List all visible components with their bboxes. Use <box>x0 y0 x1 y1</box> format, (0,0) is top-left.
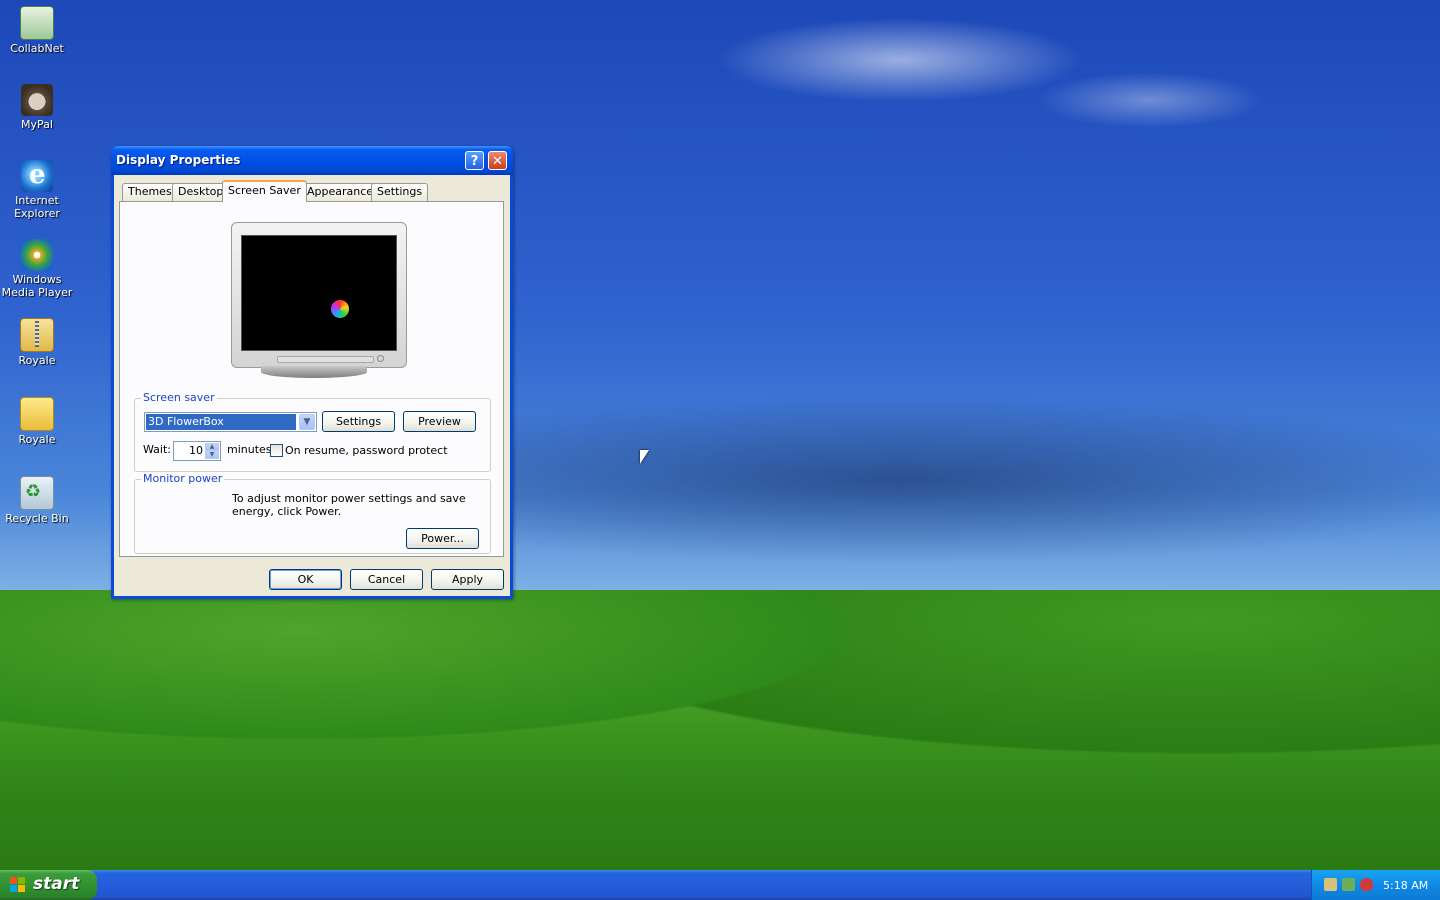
cancel-button[interactable]: Cancel <box>350 569 423 590</box>
screen-saver-selected-value: 3D FlowerBox <box>146 414 296 430</box>
screen-saver-settings-button[interactable]: Settings <box>322 411 395 432</box>
monitor-power-led-icon <box>377 355 384 362</box>
desktop-icon-label: CollabNet <box>10 42 64 55</box>
mouse-pointer-icon <box>640 450 649 464</box>
screen-saver-panel: Screen saver 3D FlowerBox ▼ Settings Pre… <box>119 201 504 557</box>
windows-logo-icon <box>10 877 26 893</box>
screen-saver-select[interactable]: 3D FlowerBox ▼ <box>144 412 317 432</box>
apply-button[interactable]: Apply <box>431 569 504 590</box>
system-tray: 5:18 AM <box>1311 870 1440 900</box>
monitor-power-group-label: Monitor power <box>141 472 225 485</box>
tray-network-icon[interactable] <box>1324 878 1337 891</box>
internet-explorer-icon <box>21 160 53 192</box>
screen-saver-group: Screen saver 3D FlowerBox ▼ Settings Pre… <box>134 391 491 472</box>
tab-settings[interactable]: Settings <box>371 183 429 201</box>
password-protect-checkbox[interactable] <box>270 444 283 457</box>
spin-down-icon[interactable]: ▼ <box>205 451 219 459</box>
folder-icon <box>20 397 54 431</box>
desktop-icon-label: Recycle Bin <box>5 512 69 525</box>
desktop-icon-label: Royale <box>18 354 56 367</box>
monitor-power-group: Monitor power To adjust monitor power se… <box>134 472 491 554</box>
start-label: start <box>33 874 80 894</box>
spin-up-icon[interactable]: ▲ <box>205 443 219 451</box>
desktop-icon-label: Internet Explorer <box>14 194 60 220</box>
collabnet-icon <box>20 6 54 40</box>
chevron-down-icon[interactable]: ▼ <box>299 414 315 430</box>
dialog-title: Display Properties <box>116 153 241 167</box>
preview-screen <box>241 235 397 351</box>
dialog-client: Themes Desktop Screen Saver Appearance S… <box>114 175 510 596</box>
password-protect-label[interactable]: On resume, password protect <box>285 444 448 457</box>
ok-button[interactable]: OK <box>269 569 342 590</box>
tab-appearance[interactable]: Appearance <box>301 183 380 201</box>
wallpaper-hills <box>0 590 1440 872</box>
help-button[interactable]: ? <box>465 151 484 170</box>
desktop-icon-label: MyPal <box>21 118 53 131</box>
recycle-bin-icon <box>20 476 54 510</box>
wait-minutes-stepper[interactable]: 10 ▲ ▼ <box>173 441 221 461</box>
display-properties-dialog: Display Properties ? ✕ Themes Desktop Sc… <box>111 146 513 599</box>
desktop-icon-internet-explorer[interactable]: Internet Explorer <box>0 160 74 220</box>
wait-label: Wait: <box>143 443 171 456</box>
desktop-icon-label: Royale <box>18 433 56 446</box>
desktop-icon-windows-media-player[interactable]: Windows Media Player <box>0 239 74 299</box>
close-icon: ✕ <box>492 154 503 169</box>
close-button[interactable]: ✕ <box>488 151 507 170</box>
dialog-titlebar[interactable]: Display Properties ? ✕ <box>111 146 513 175</box>
zip-folder-icon <box>20 318 54 352</box>
start-button[interactable]: start <box>0 870 97 900</box>
screen-saver-preview-button[interactable]: Preview <box>403 411 476 432</box>
desktop-icon-mypal[interactable]: MyPal <box>0 84 74 131</box>
desktop-icon-royale-zip[interactable]: Royale <box>0 318 74 367</box>
flowerbox-preview-icon <box>331 300 349 318</box>
tray-security-shield-icon[interactable] <box>1360 878 1373 891</box>
monitor-power-description: To adjust monitor power settings and sav… <box>232 492 466 518</box>
desktop-icon-recycle-bin[interactable]: Recycle Bin <box>0 476 74 525</box>
minutes-label: minutes <box>227 443 272 456</box>
monitor-slot <box>277 356 374 363</box>
screen-saver-group-label: Screen saver <box>141 391 217 404</box>
clock[interactable]: 5:18 AM <box>1383 879 1428 892</box>
tab-screen-saver[interactable]: Screen Saver <box>222 180 307 202</box>
desktop-icon-royale-folder[interactable]: Royale <box>0 397 74 446</box>
tab-themes[interactable]: Themes <box>122 183 178 201</box>
tray-update-icon[interactable] <box>1342 878 1355 891</box>
wait-minutes-value: 10 <box>189 444 203 457</box>
windows-media-player-icon <box>21 239 53 271</box>
help-icon: ? <box>470 154 479 169</box>
monitor-preview <box>231 222 407 368</box>
mypal-icon <box>21 84 53 116</box>
desktop-icon-collabnet[interactable]: CollabNet <box>0 6 74 55</box>
desktop-icon-label: Windows Media Player <box>1 273 73 299</box>
monitor-stand <box>261 366 367 378</box>
tab-desktop[interactable]: Desktop <box>172 183 230 201</box>
taskbar: start 5:18 AM <box>0 870 1440 900</box>
power-button[interactable]: Power... <box>406 528 479 549</box>
